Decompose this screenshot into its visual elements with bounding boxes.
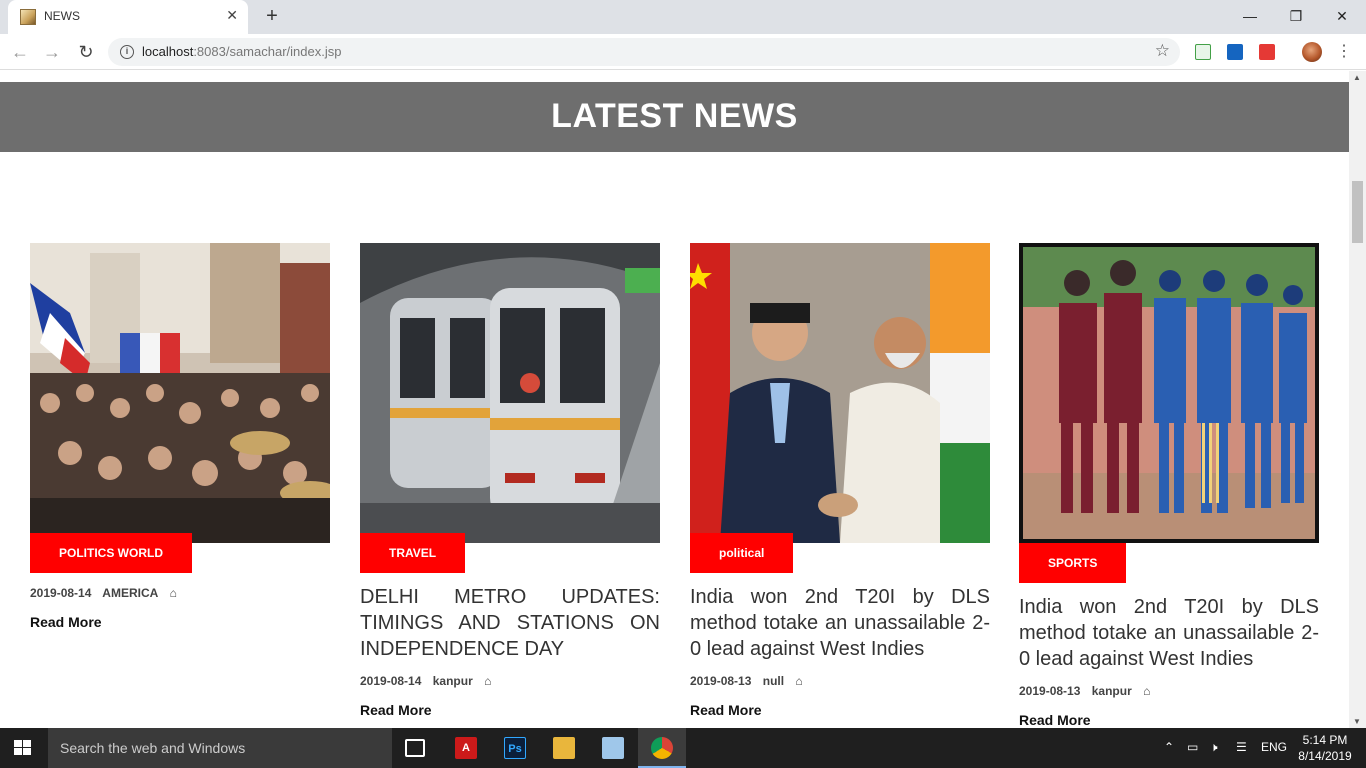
file-explorer-icon[interactable] <box>553 737 575 759</box>
taskbar-search-box[interactable]: Search the web and Windows <box>48 728 392 768</box>
favicon-icon <box>20 9 36 25</box>
article-meta: 2019-08-13 kanpur ⌂ <box>1019 684 1158 698</box>
home-icon: ⌂ <box>795 674 803 688</box>
task-view-icon[interactable] <box>405 739 425 757</box>
article-meta: 2019-08-14 kanpur ⌂ <box>360 674 499 688</box>
page-viewport: LATEST NEWS POLITICS WORLD 2019-08-14 AM… <box>0 71 1349 728</box>
news-image-crowd[interactable] <box>30 243 330 543</box>
article-location: kanpur <box>1091 684 1132 698</box>
article-date: 2019-08-13 <box>1019 684 1081 698</box>
news-banner: LATEST NEWS <box>0 82 1349 152</box>
category-badge[interactable]: TRAVEL <box>360 533 466 573</box>
read-more-link[interactable]: Read More <box>30 614 102 630</box>
scroll-down-arrow-icon[interactable]: ▼ <box>1353 717 1361 726</box>
back-button[interactable]: ← <box>8 40 32 64</box>
article-meta: 2019-08-13 null ⌂ <box>690 674 811 688</box>
address-bar[interactable]: i localhost:8083/samachar/index.jsp ☆ <box>108 38 1180 66</box>
news-image-leaders[interactable] <box>690 243 990 543</box>
chrome-icon[interactable] <box>651 737 673 759</box>
browser-tab[interactable]: NEWS ✕ <box>8 0 248 34</box>
forward-button[interactable]: → <box>40 40 64 64</box>
news-image-metro[interactable] <box>360 243 660 543</box>
category-badge[interactable]: political <box>690 533 794 573</box>
volume-mute-icon[interactable]: 🕨 <box>1210 740 1218 755</box>
read-more-link[interactable]: Read More <box>1019 712 1091 728</box>
home-icon: ⌂ <box>169 586 177 600</box>
tray-chevron-icon[interactable]: ⌃ <box>1164 740 1174 754</box>
battery-icon[interactable]: ▭ <box>1187 740 1198 754</box>
reload-button[interactable]: ↻ <box>74 40 98 64</box>
clock-time: 5:14 PM <box>1302 733 1348 747</box>
article-date: 2019-08-14 <box>360 674 422 688</box>
close-window-button[interactable]: ✕ <box>1322 4 1362 28</box>
read-more-link[interactable]: Read More <box>360 702 432 718</box>
close-tab-icon[interactable]: ✕ <box>226 7 238 24</box>
url-text[interactable]: localhost:8083/samachar/index.jsp <box>142 44 341 59</box>
info-icon[interactable]: i <box>120 45 134 59</box>
read-more-link[interactable]: Read More <box>690 702 762 718</box>
taskbar-search-placeholder: Search the web and Windows <box>60 740 246 756</box>
article-date: 2019-08-14 <box>30 586 92 600</box>
profile-avatar[interactable] <box>1302 42 1322 62</box>
scroll-up-arrow-icon[interactable]: ▲ <box>1353 73 1361 82</box>
acrobat-icon[interactable]: A <box>455 737 477 759</box>
windows-start-icon[interactable] <box>14 740 32 756</box>
menu-icon[interactable]: ⋮ <box>1336 41 1352 61</box>
extension-sheets-icon[interactable] <box>1195 44 1211 60</box>
page-title: LATEST NEWS <box>551 97 798 135</box>
browser-toolbar: ← → ↻ i localhost:8083/samachar/index.js… <box>0 34 1366 70</box>
new-tab-button[interactable]: + <box>260 4 284 28</box>
tab-title: NEWS <box>44 9 80 23</box>
article-meta: 2019-08-14 AMERICA ⌂ <box>30 586 185 600</box>
notifications-icon[interactable]: ☰ <box>1236 740 1247 754</box>
restore-button[interactable]: ❐ <box>1276 4 1316 28</box>
extension-pdf-icon[interactable] <box>1259 44 1275 60</box>
extension-search-icon[interactable] <box>1227 44 1243 60</box>
tab-strip: NEWS ✕ + — ❐ ✕ <box>0 0 1366 34</box>
home-icon: ⌂ <box>1143 684 1151 698</box>
scrollbar-thumb[interactable] <box>1352 181 1363 243</box>
category-badge[interactable]: POLITICS WORLD <box>30 533 192 573</box>
language-indicator[interactable]: ENG <box>1261 740 1287 754</box>
article-headline[interactable]: India won 2nd T20I by DLS method totake … <box>690 584 990 662</box>
photoshop-icon[interactable]: Ps <box>504 737 526 759</box>
taskbar-clock[interactable]: 5:14 PM 8/14/2019 <box>1290 732 1360 764</box>
article-headline[interactable]: DELHI METRO UPDATES: TIMINGS AND STATION… <box>360 584 660 662</box>
article-headline[interactable]: India won 2nd T20I by DLS method totake … <box>1019 594 1319 672</box>
bookmark-star-icon[interactable]: ☆ <box>1155 41 1170 61</box>
page-scrollbar[interactable]: ▲ ▼ <box>1349 71 1366 728</box>
clock-date: 8/14/2019 <box>1298 749 1352 763</box>
article-location: null <box>762 674 785 688</box>
app-cube-icon[interactable] <box>602 737 624 759</box>
taskbar: Search the web and Windows A Ps ⌃ ▭ 🕨 ☰ … <box>0 728 1366 768</box>
article-date: 2019-08-13 <box>690 674 752 688</box>
article-location: kanpur <box>432 674 473 688</box>
category-badge[interactable]: SPORTS <box>1019 543 1127 583</box>
home-icon: ⌂ <box>484 674 492 688</box>
article-location: AMERICA <box>102 586 159 600</box>
minimize-button[interactable]: — <box>1230 4 1270 28</box>
news-image-cricket[interactable] <box>1019 243 1319 543</box>
